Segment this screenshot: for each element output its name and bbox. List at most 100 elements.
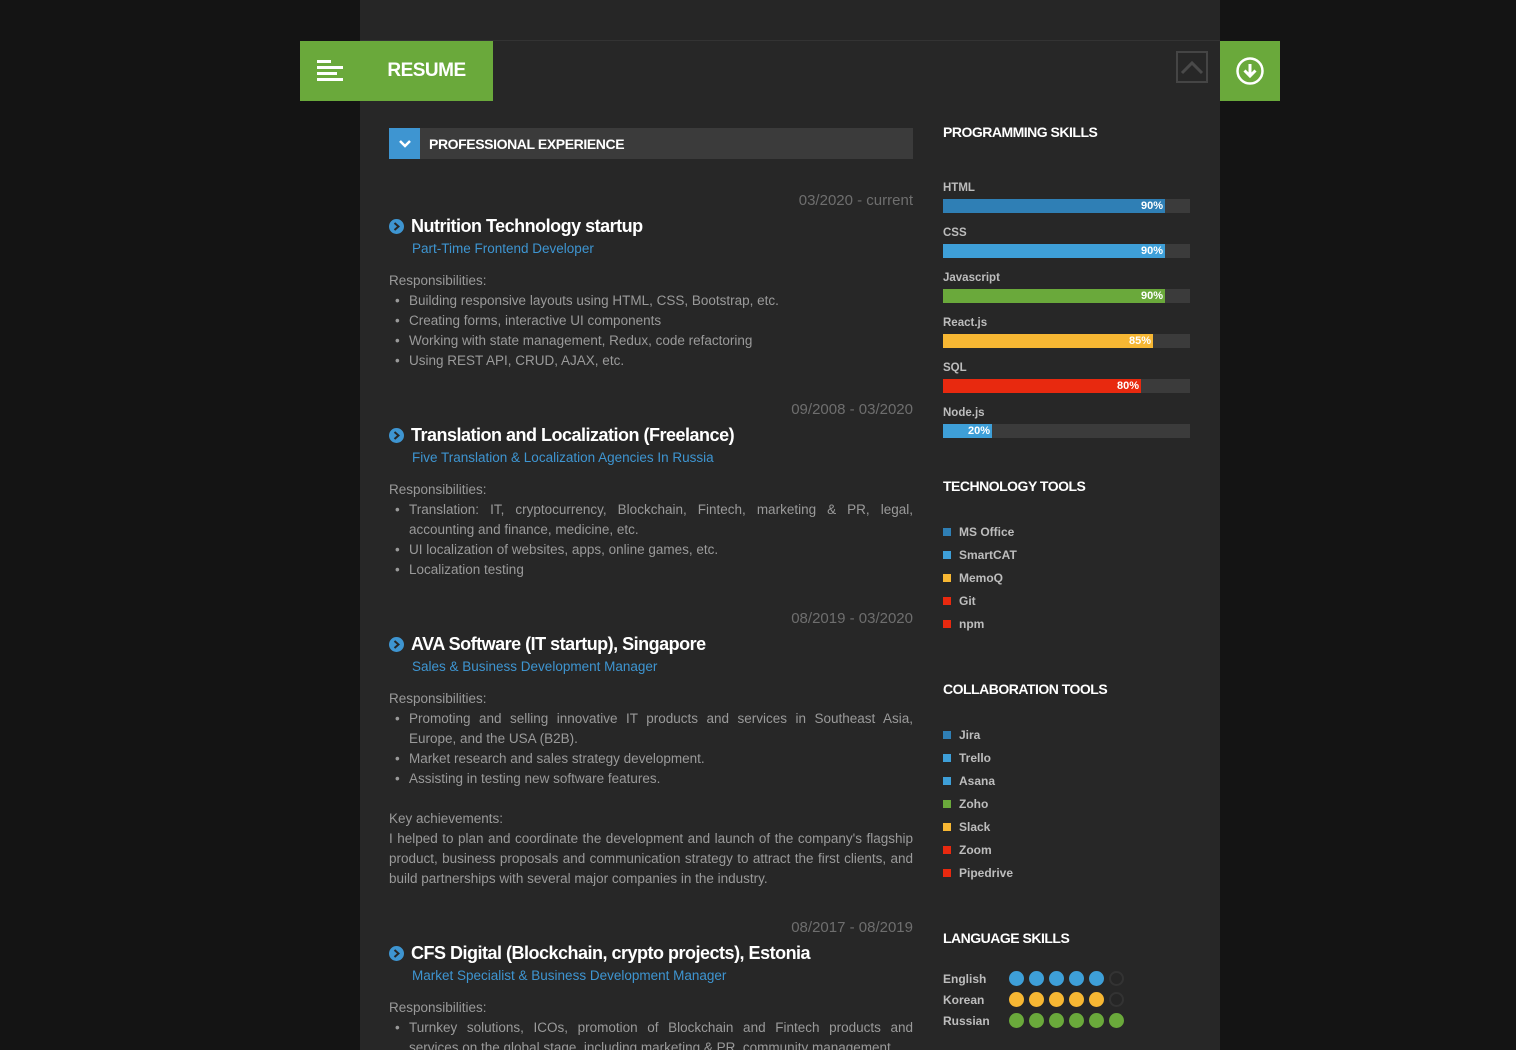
section-title: PROFESSIONAL EXPERIENCE [429, 135, 625, 152]
language-name: Russian [943, 1013, 990, 1028]
job-role: Sales & Business Development Manager [412, 659, 658, 674]
job-company: Nutrition Technology startup [389, 216, 643, 237]
top-strip [360, 0, 1220, 41]
tool-item: MemoQ [943, 566, 1203, 589]
skill-fill [943, 199, 1165, 213]
scroll-top-button[interactable] [1176, 51, 1208, 83]
skill-bar: React.js 85% [943, 317, 1190, 348]
tool-item: npm [943, 612, 1203, 635]
tool-name: Zoom [959, 842, 992, 857]
level-dot [1069, 992, 1084, 1007]
job-body: Responsibilities: Turnkey solutions, ICO… [389, 998, 913, 1050]
menu-button[interactable] [300, 41, 360, 101]
responsibilities-label: Responsibilities: [389, 482, 487, 497]
square-bullet-icon [943, 799, 951, 808]
list-item: Building responsive layouts using HTML, … [389, 291, 913, 311]
level-dot [1069, 1013, 1084, 1028]
collaboration-tools: COLLABORATION TOOLS Jira Trello Asana Zoho S… [943, 681, 1203, 884]
skill-name: HTML [943, 182, 975, 194]
skill-fill [943, 289, 1165, 303]
collaboration-list: Jira Trello Asana Zoho Slack Zoom Pipedrive [943, 723, 1203, 884]
level-dot [1029, 1013, 1044, 1028]
chevron-right-circle-icon [389, 946, 404, 961]
square-bullet-icon [943, 527, 951, 536]
chevron-up-icon [1180, 60, 1204, 75]
square-bullet-icon [943, 730, 951, 739]
job-entry: 08/2019 - 03/2020 AVA Software (IT start… [389, 610, 913, 900]
skill-percent: 90% [1141, 290, 1164, 302]
list-item: Promoting and selling innovative IT prod… [389, 709, 913, 749]
job-dates: 08/2017 - 08/2019 [791, 919, 913, 936]
job-entry: 03/2020 - current Nutrition Technology s… [389, 192, 913, 382]
level-dot [1049, 1013, 1064, 1028]
tool-name: Zoho [959, 796, 989, 811]
skill-percent: 80% [1117, 380, 1140, 392]
square-bullet-icon [943, 845, 951, 854]
download-circle-icon [1236, 57, 1264, 85]
programming-skills: PROGRAMMING SKILLS HTML 90% CSS 90% Javascri… [943, 124, 1203, 438]
list-item: Translation: IT, cryptocurrency, Blockch… [389, 500, 913, 540]
list-item: Creating forms, interactive UI component… [389, 311, 913, 331]
tool-item: MS Office [943, 520, 1203, 543]
skill-track: 20% [943, 424, 1190, 438]
section-header-experience: PROFESSIONAL EXPERIENCE [389, 128, 913, 159]
level-dot [1109, 1013, 1124, 1028]
skill-percent: 20% [968, 425, 991, 437]
language-row: Korean [943, 989, 1203, 1010]
skill-percent: 90% [1141, 245, 1164, 257]
tool-item: Jira [943, 723, 1203, 746]
job-company: Translation and Localization (Freelance) [389, 425, 735, 446]
job-dates: 03/2020 - current [798, 192, 913, 209]
level-dot [1069, 971, 1084, 986]
achievements-label: Key achievements: [389, 811, 504, 826]
job-role: Market Specialist & Business Development… [412, 968, 727, 983]
job-company-name: AVA Software (IT startup), Singapore [411, 634, 706, 654]
job-body: Responsibilities: Promoting and selling … [389, 689, 913, 889]
level-dot [1009, 971, 1024, 986]
tool-name: Git [959, 593, 976, 608]
responsibilities-list: Turnkey solutions, ICOs, promotion of Bl… [389, 1018, 913, 1050]
tool-name: SmartCAT [959, 547, 1017, 562]
skill-bar: Node.js 20% [943, 407, 1190, 438]
job-company-name: Nutrition Technology startup [411, 216, 643, 236]
tool-name: Asana [959, 773, 996, 788]
skill-name: React.js [943, 317, 988, 329]
skill-fill [943, 334, 1153, 348]
tool-item: Pipedrive [943, 861, 1203, 884]
chevron-right-circle-icon [389, 219, 404, 234]
technology-tools: TECHNOLOGY TOOLS MS Office SmartCAT MemoQ G… [943, 478, 1203, 635]
responsibilities-list: Promoting and selling innovative IT prod… [389, 709, 913, 789]
job-role: Part-Time Frontend Developer [412, 241, 594, 256]
skill-name: SQL [943, 362, 967, 374]
language-list: English Korean Russian [943, 968, 1203, 1031]
download-button[interactable] [1220, 41, 1280, 101]
language-name: Korean [943, 992, 985, 1007]
responsibilities-list: Translation: IT, cryptocurrency, Blockch… [389, 500, 913, 580]
square-bullet-icon [943, 822, 951, 831]
menu-lines-icon [317, 60, 343, 81]
job-entry: 09/2008 - 03/2020 Translation and Locali… [389, 401, 913, 591]
responsibilities-list: Building responsive layouts using HTML, … [389, 291, 913, 371]
tool-name: MS Office [959, 524, 1015, 539]
skill-bar: CSS 90% [943, 227, 1190, 258]
square-bullet-icon [943, 596, 951, 605]
square-bullet-icon [943, 753, 951, 762]
tool-name: Jira [959, 727, 981, 742]
job-company-name: Translation and Localization (Freelance) [411, 425, 735, 445]
skill-track: 85% [943, 334, 1190, 348]
level-dot [1029, 992, 1044, 1007]
list-item: Working with state management, Redux, co… [389, 331, 913, 351]
tool-name: MemoQ [959, 570, 1004, 585]
job-body: Responsibilities: Building responsive la… [389, 271, 913, 371]
job-entry: 08/2017 - 08/2019 CFS Digital (Blockchai… [389, 919, 913, 1050]
tool-name: npm [959, 616, 985, 631]
skill-bar: SQL 80% [943, 362, 1190, 393]
tool-item: SmartCAT [943, 543, 1203, 566]
list-item: Using REST API, CRUD, AJAX, etc. [389, 351, 913, 371]
list-item: Localization testing [389, 560, 913, 580]
job-company: CFS Digital (Blockchain, crypto projects… [389, 943, 811, 964]
skill-track: 80% [943, 379, 1190, 393]
collapse-button[interactable] [389, 128, 420, 159]
list-item: UI localization of websites, apps, onlin… [389, 540, 913, 560]
technology-list: MS Office SmartCAT MemoQ Git npm [943, 520, 1203, 635]
